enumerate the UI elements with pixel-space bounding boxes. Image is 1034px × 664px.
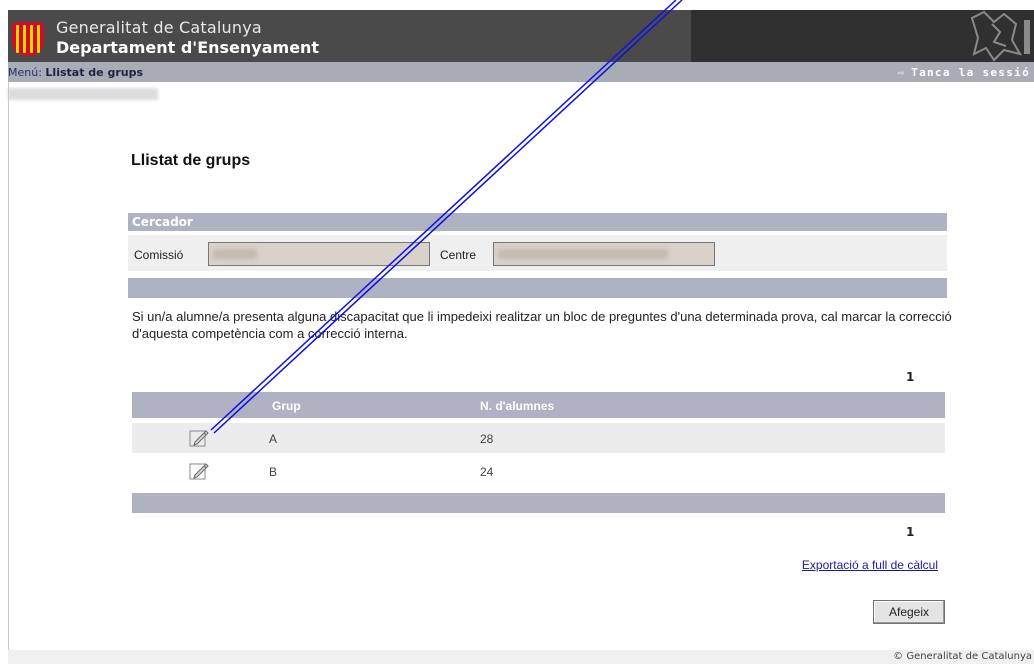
export-spreadsheet-link[interactable]: Exportació a full de càlcul xyxy=(802,558,938,572)
catalonia-flag-shield-icon xyxy=(12,22,44,56)
edit-pencil-icon[interactable] xyxy=(188,460,210,482)
groups-table: Grup N. d'alumnes A 28 B 24 xyxy=(132,392,945,513)
table-header: Grup N. d'alumnes xyxy=(132,392,945,418)
search-panel-header: Cercador xyxy=(128,213,947,231)
edit-pencil-icon[interactable] xyxy=(188,427,210,449)
logout-label: Tanca la sessió xyxy=(911,66,1030,79)
comissio-value-redacted xyxy=(213,249,257,259)
org-name: Generalitat de Catalunya xyxy=(56,18,262,37)
pagination-bottom[interactable]: 1 xyxy=(906,525,914,539)
generalitat-emblem-icon xyxy=(970,10,1030,62)
cell-alumnes: 24 xyxy=(480,465,494,479)
user-info-redacted xyxy=(8,88,158,100)
logout-link[interactable]: ⇨ Tanca la sessió xyxy=(897,66,1030,79)
cell-alumnes: 28 xyxy=(480,432,494,446)
centre-value-redacted xyxy=(498,249,668,259)
comissio-field[interactable] xyxy=(208,242,430,266)
exit-icon: ⇨ xyxy=(897,66,906,79)
app-header: Generalitat de Catalunya Departament d'E… xyxy=(8,10,1034,62)
table-row: B 24 xyxy=(132,456,945,486)
breadcrumb: Menú: Llistat de grups xyxy=(8,66,143,79)
comissio-label: Comissió xyxy=(134,248,184,262)
search-panel-title: Cercador xyxy=(132,215,193,229)
copyright-text: © Generalitat de Catalunya xyxy=(893,651,1032,662)
menu-current-page: Llistat de grups xyxy=(45,66,144,79)
page-title: Llistat de grups xyxy=(131,152,251,169)
centre-field[interactable] xyxy=(493,242,715,266)
search-panel: Comissió Centre xyxy=(128,235,947,271)
search-panel-footer xyxy=(128,278,947,298)
department-name: Departament d'Ensenyament xyxy=(56,38,320,57)
table-row: A 28 xyxy=(132,423,945,453)
content-left-border xyxy=(8,82,9,650)
column-header-alumnes[interactable]: N. d'alumnes xyxy=(480,399,554,413)
cell-grup: B xyxy=(269,465,278,479)
menu-bar: Menú: Llistat de grups ⇨ Tanca la sessió xyxy=(8,62,1034,82)
centre-label: Centre xyxy=(440,248,477,262)
menu-prefix: Menú: xyxy=(8,66,42,79)
add-button[interactable]: Afegeix xyxy=(873,600,945,624)
pagination-top[interactable]: 1 xyxy=(906,370,914,384)
info-notice: Si un/a alumne/a presenta alguna discapa… xyxy=(132,309,952,341)
column-header-grup[interactable]: Grup xyxy=(272,399,301,413)
table-footer xyxy=(132,493,945,513)
cell-grup: A xyxy=(269,432,278,446)
page-footer: © Generalitat de Catalunya xyxy=(8,650,1034,664)
